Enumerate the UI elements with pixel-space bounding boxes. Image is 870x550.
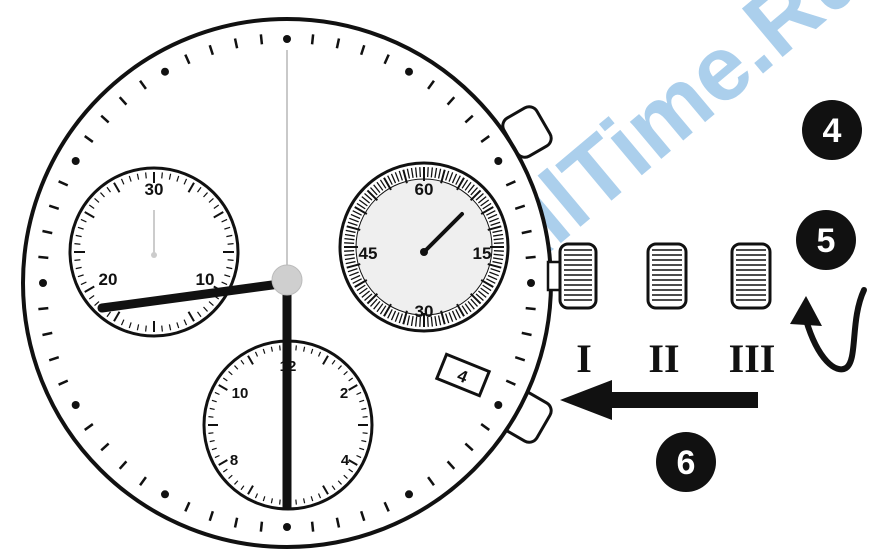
dial-tick — [38, 306, 49, 311]
dial-tick — [310, 34, 315, 45]
push-arrow-head — [560, 380, 612, 420]
dial-tick — [525, 255, 536, 260]
left-subdial-pivot — [151, 252, 157, 258]
step-number: 5 — [817, 222, 836, 260]
crown-position-label: III — [729, 336, 776, 381]
dial-dot — [161, 490, 169, 499]
dial-dot — [71, 157, 80, 165]
push-arrow-shaft — [608, 392, 758, 408]
dial-dot — [494, 157, 503, 165]
dial-tick — [493, 242, 504, 244]
dial-dot — [405, 490, 413, 499]
dial-dot — [71, 401, 80, 409]
right-subdial: 60 45 15 30 — [338, 161, 510, 333]
rotate-arrow-head — [790, 296, 822, 326]
dial-tick — [259, 521, 264, 532]
dial-tick — [493, 250, 504, 252]
dial-tick — [161, 172, 163, 179]
rotate-crown-arrow — [790, 287, 867, 373]
crown-position-3 — [730, 242, 772, 310]
dial-tick — [525, 306, 536, 311]
dial-tick — [208, 432, 214, 434]
dial-tick — [344, 250, 355, 252]
dial-tick — [227, 259, 234, 261]
dial-tick — [145, 325, 147, 332]
left-subdial: 30 20 10 — [68, 166, 240, 338]
dial-dot — [283, 523, 291, 531]
step-badge: 4 — [802, 100, 862, 160]
right-subdial-label: 45 — [359, 244, 378, 263]
dial-tick — [259, 34, 264, 45]
left-subdial-label: 30 — [145, 180, 164, 199]
dial-tick — [362, 416, 368, 418]
right-subdial-label: 60 — [415, 180, 434, 199]
push-pusher-arrow — [560, 380, 758, 420]
right-subdial-pivot — [420, 248, 428, 256]
step-number: 6 — [677, 444, 696, 482]
dial-tick — [74, 243, 81, 245]
dial-tick — [295, 499, 297, 505]
dial-tick — [362, 432, 368, 434]
dial-tick — [161, 325, 163, 332]
right-subdial-label: 15 — [473, 244, 492, 263]
center-cap — [271, 264, 303, 296]
dial-tick — [279, 345, 281, 351]
left-subdial-label: 20 — [99, 270, 118, 289]
watch-setting-diagram: AllTime.Ru 30 20 10 60 45 15 30 12 10 2 … — [21, 0, 870, 549]
bottom-subdial-label: 2 — [340, 385, 348, 402]
bottom-subdial-label: 10 — [232, 385, 249, 402]
dial-dot — [527, 279, 535, 287]
dial-tick — [279, 499, 281, 505]
right-subdial-label: 30 — [415, 302, 434, 321]
dial-tick — [427, 167, 429, 178]
bottom-subdial-label: 8 — [230, 452, 238, 469]
dial-dot — [494, 401, 503, 409]
crown-body — [558, 242, 598, 310]
dial-dot — [405, 67, 413, 76]
rotate-arrow-shaft — [803, 287, 867, 373]
dial-dot — [161, 67, 169, 76]
left-subdial-label: 10 — [196, 270, 215, 289]
dial-dot — [283, 35, 291, 43]
dial-tick — [38, 255, 49, 260]
dial-tick — [74, 259, 81, 261]
dial-tick — [344, 242, 355, 244]
crown-position-2 — [646, 242, 688, 310]
dial-tick — [310, 521, 315, 532]
crown-position-label: II — [648, 336, 679, 381]
crown-body — [730, 242, 772, 310]
dial-tick — [208, 416, 214, 418]
dial-dot — [39, 279, 47, 287]
dial-tick — [227, 243, 234, 245]
bottom-subdial-label: 4 — [341, 452, 350, 469]
dial-tick — [419, 167, 421, 178]
crown-position-label: I — [576, 336, 592, 381]
step-badge: 5 — [796, 210, 856, 270]
dial-tick — [295, 345, 297, 351]
crown-body — [646, 242, 688, 310]
dial-tick — [145, 172, 147, 179]
step-number: 4 — [823, 112, 842, 150]
step-badge: 6 — [656, 432, 716, 492]
